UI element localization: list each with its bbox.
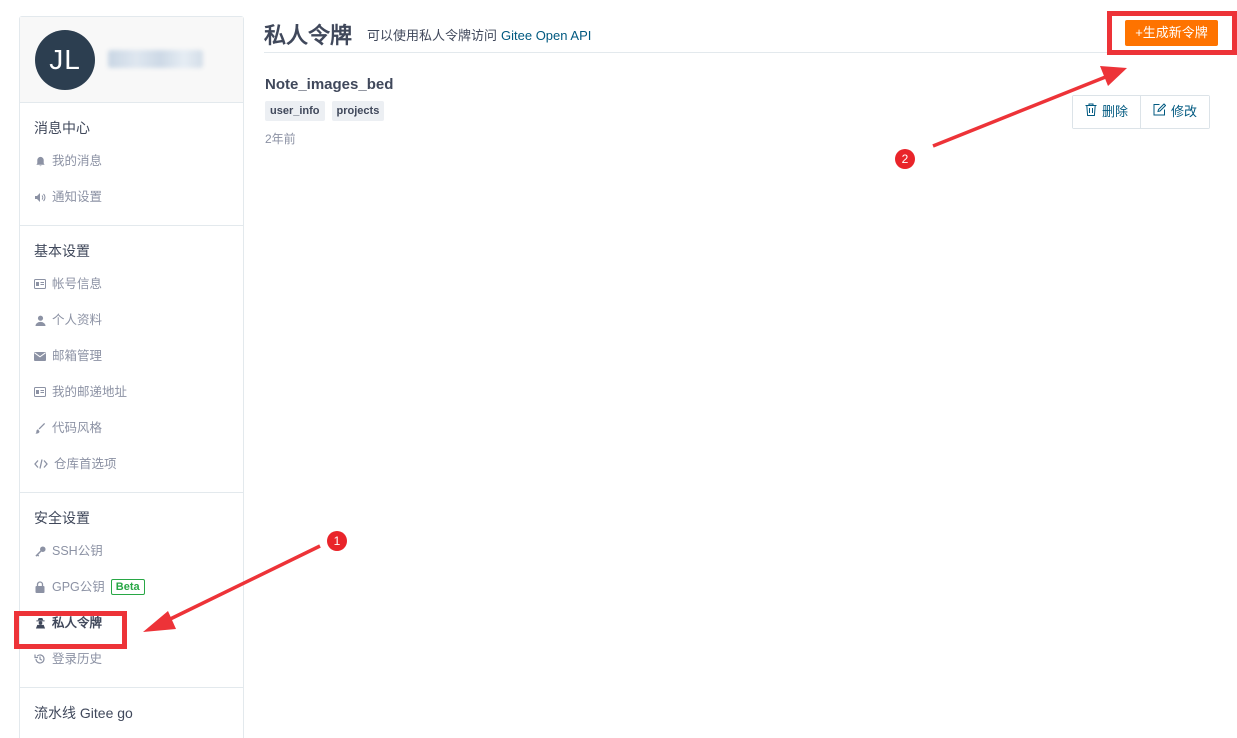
annotation-arrowhead-1 xyxy=(143,611,176,632)
annotation-arrow-2 xyxy=(932,74,1109,148)
annotation-arrowhead-2 xyxy=(1100,66,1127,86)
annotation-arrows xyxy=(143,66,1127,632)
annotation-arrow-1 xyxy=(159,544,321,626)
annotation-badge-2: 2 xyxy=(895,149,915,169)
annotation-badge-1: 1 xyxy=(327,531,347,551)
